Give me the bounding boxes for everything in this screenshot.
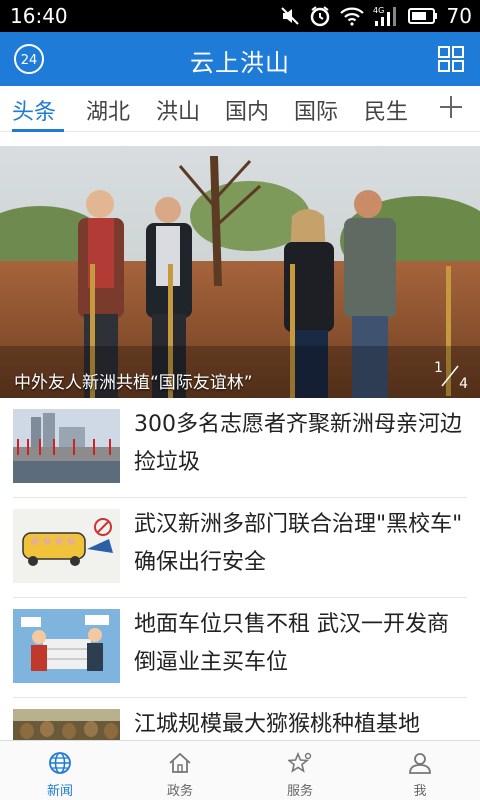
news-item[interactable]: 武汉新洲多部门联合治理"黑校车" 确保出行安全 xyxy=(0,498,480,598)
hero-banner[interactable]: 中外友人新洲共植“国际友谊林” 1 4 xyxy=(0,146,480,398)
news-thumbnail xyxy=(13,609,120,683)
hero-image xyxy=(0,146,480,398)
nav-government[interactable]: 政务 xyxy=(120,741,240,800)
nav-news[interactable]: 新闻 xyxy=(0,741,120,800)
tab-international[interactable]: 国际 xyxy=(294,94,338,126)
news-title: 300多名志愿者齐聚新洲母亲河边捡垃圾 xyxy=(134,412,462,475)
pager-total: 4 xyxy=(459,376,468,392)
signal-icon: 4G xyxy=(373,6,396,26)
channel-tab-bar: 头条 湖北 洪山 国内 国际 民生 xyxy=(0,86,480,132)
bottom-nav: 新闻 政务 服务 我 xyxy=(0,740,480,800)
star-icon xyxy=(288,751,312,773)
status-time: 16:40 xyxy=(10,4,68,28)
network-type: 4G xyxy=(373,6,384,15)
news-title: 地面车位只售不租 武汉一开发商倒逼业主买车位 xyxy=(134,612,449,675)
pager-slash xyxy=(441,365,459,387)
active-tab-indicator xyxy=(12,129,64,132)
mute-icon xyxy=(280,7,299,25)
news-item[interactable]: 地面车位只售不租 武汉一开发商倒逼业主买车位 xyxy=(0,598,480,698)
tab-livelihood[interactable]: 民生 xyxy=(364,94,408,126)
tab-hongshan[interactable]: 洪山 xyxy=(156,94,200,126)
nav-label: 我 xyxy=(413,784,427,799)
news-item[interactable]: 300多名志愿者齐聚新洲母亲河边捡垃圾 xyxy=(0,398,480,498)
status-icons: 4G 70 xyxy=(280,4,472,28)
app-header: 24 云上洪山 xyxy=(0,32,480,86)
status-bar: 16:40 4G 70 xyxy=(0,0,480,32)
news-title: 江城规模最大猕猴桃种植基地 xyxy=(134,712,421,737)
globe-icon xyxy=(49,752,71,774)
battery-icon xyxy=(407,8,437,24)
grid-icon[interactable] xyxy=(438,46,464,72)
nav-label: 政务 xyxy=(166,784,193,799)
news-thumbnail xyxy=(13,409,120,483)
user-icon xyxy=(409,753,431,774)
plus-icon[interactable] xyxy=(438,94,464,120)
nav-label: 服务 xyxy=(286,784,313,799)
battery-level: 70 xyxy=(446,4,472,28)
alarm-icon xyxy=(310,6,329,27)
home-icon xyxy=(169,752,191,773)
app-title: 云上洪山 xyxy=(190,49,290,77)
nav-me[interactable]: 我 xyxy=(360,741,480,800)
nav-label: 新闻 xyxy=(46,784,73,799)
news-title: 武汉新洲多部门联合治理"黑校车" 确保出行安全 xyxy=(134,512,463,575)
tab-headlines[interactable]: 头条 xyxy=(12,94,56,126)
tab-domestic[interactable]: 国内 xyxy=(225,94,269,126)
tab-hubei[interactable]: 湖北 xyxy=(86,94,130,126)
hero-pager: 1 4 xyxy=(430,360,470,396)
nav-services[interactable]: 服务 xyxy=(240,741,360,800)
news-thumbnail xyxy=(13,509,120,583)
hero-caption: 中外友人新洲共植“国际友谊林” xyxy=(14,373,253,393)
wifi-icon xyxy=(339,7,364,26)
